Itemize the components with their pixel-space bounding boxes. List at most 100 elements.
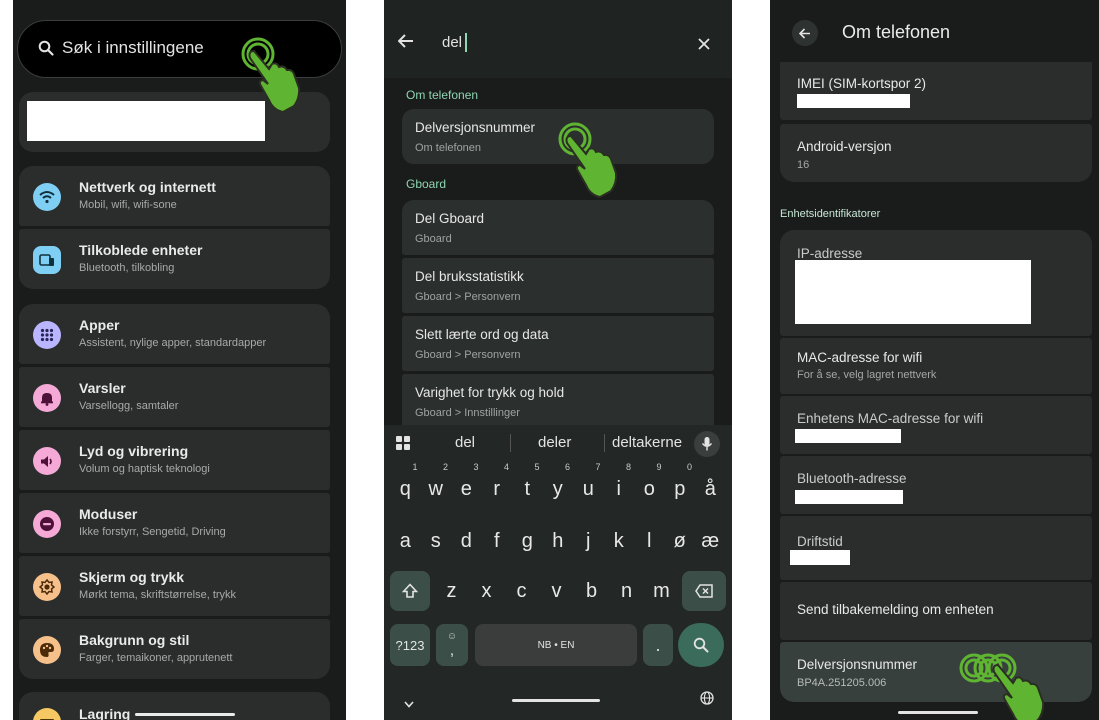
settings-item-storage[interactable]: Lagring bbox=[19, 692, 330, 720]
search-result[interactable]: Del bruksstatistikk Gboard > Personvern bbox=[402, 258, 714, 313]
key-h[interactable]: h bbox=[543, 521, 574, 561]
keyboard-menu-icon[interactable] bbox=[396, 436, 410, 455]
key-f[interactable]: f bbox=[482, 521, 513, 561]
key-label: m bbox=[653, 580, 670, 602]
search-query-input[interactable]: del bbox=[442, 34, 462, 51]
period-key[interactable]: . bbox=[643, 624, 673, 666]
key-w[interactable]: w2 bbox=[421, 462, 452, 509]
key-label: g bbox=[521, 530, 533, 552]
item-value: BP4A.251205.006 bbox=[797, 677, 887, 689]
suggestion-divider bbox=[604, 434, 605, 452]
storage-usage-bar bbox=[135, 713, 235, 716]
key-c[interactable]: c bbox=[504, 571, 539, 611]
settings-item-wallpaper[interactable]: Bakgrunn og stil Farger, temaikoner, app… bbox=[19, 619, 330, 679]
item-title: Enhetens MAC-adresse for wifi bbox=[797, 411, 984, 426]
settings-item-display[interactable]: Skjerm og trykk Mørkt tema, skriftstørre… bbox=[19, 556, 330, 616]
search-result[interactable]: Del Gboard Gboard bbox=[402, 200, 714, 255]
key-y[interactable]: y6 bbox=[543, 462, 574, 509]
shift-key[interactable] bbox=[390, 571, 430, 611]
key-e[interactable]: e3 bbox=[451, 462, 482, 509]
item-title: Send tilbakemelding om enheten bbox=[797, 602, 994, 617]
key-g[interactable]: g bbox=[512, 521, 543, 561]
key-label: t bbox=[524, 478, 531, 500]
devices-icon bbox=[33, 246, 61, 274]
key-x[interactable]: x bbox=[469, 571, 504, 611]
uptime-item[interactable]: Driftstid bbox=[780, 516, 1092, 580]
item-value: 16 bbox=[797, 159, 810, 171]
result-title: Del Gboard bbox=[415, 211, 485, 226]
ip-address-item[interactable]: IP-adresse bbox=[780, 230, 1092, 336]
key-b[interactable]: b bbox=[574, 571, 609, 611]
settings-item-apps[interactable]: Apper Assistent, nylige apper, standarda… bbox=[19, 304, 330, 364]
about-top-bar: Om telefonen bbox=[770, 0, 1099, 62]
bluetooth-address-item[interactable]: Bluetooth-adresse bbox=[780, 456, 1092, 514]
space-key[interactable]: NB • EN bbox=[475, 624, 637, 666]
key-z[interactable]: z bbox=[434, 571, 469, 611]
send-feedback-item[interactable]: Send tilbakemelding om enheten bbox=[780, 582, 1092, 640]
settings-home-screen: Søk i innstillingene Nettverk og interne… bbox=[13, 0, 346, 720]
key-l[interactable]: l bbox=[634, 521, 665, 561]
key-label: v bbox=[551, 580, 562, 602]
page-title: Om telefonen bbox=[842, 22, 951, 42]
key-label: a bbox=[399, 530, 411, 552]
wifi-mac-item[interactable]: MAC-adresse for wifi For å se, velg lagr… bbox=[780, 338, 1092, 394]
palette-icon bbox=[33, 636, 61, 664]
suggestion[interactable]: del bbox=[455, 425, 475, 461]
key-label: j bbox=[586, 530, 591, 552]
clear-icon[interactable] bbox=[698, 37, 710, 55]
key-ø[interactable]: ø bbox=[665, 521, 696, 561]
key-æ[interactable]: æ bbox=[695, 521, 726, 561]
search-enter-key[interactable] bbox=[678, 623, 724, 667]
key-number-hint: 1 bbox=[412, 462, 418, 472]
language-globe-icon[interactable] bbox=[700, 691, 714, 710]
key-k[interactable]: k bbox=[604, 521, 635, 561]
item-subtitle: Mørkt tema, skriftstørrelse, trykk bbox=[79, 589, 237, 601]
key-d[interactable]: d bbox=[451, 521, 482, 561]
wifi-icon bbox=[33, 183, 61, 211]
settings-item-sound[interactable]: Lyd og vibrering Volum og haptisk teknol… bbox=[19, 430, 330, 490]
key-t[interactable]: t5 bbox=[512, 462, 543, 509]
microphone-icon[interactable] bbox=[694, 431, 720, 457]
settings-item-devices[interactable]: Tilkoblede enheter Bluetooth, tilkobling bbox=[19, 229, 330, 289]
key-s[interactable]: s bbox=[421, 521, 452, 561]
symbols-key[interactable]: ?123 bbox=[390, 624, 430, 666]
backspace-key[interactable] bbox=[682, 571, 726, 611]
settings-item-network[interactable]: Nettverk og internett Mobil, wifi, wifi-… bbox=[19, 166, 330, 226]
back-arrow-icon[interactable] bbox=[397, 34, 414, 53]
back-button[interactable] bbox=[792, 20, 818, 46]
suggestion[interactable]: deler bbox=[538, 425, 571, 461]
key-number-hint: 0 bbox=[686, 462, 692, 472]
key-r[interactable]: r4 bbox=[482, 462, 513, 509]
android-version-item[interactable]: Android-versjon 16 bbox=[780, 124, 1092, 182]
key-number-hint: 7 bbox=[595, 462, 601, 472]
key-a[interactable]: a bbox=[390, 521, 421, 561]
item-subtitle: Farger, temaikoner, apprutenett bbox=[79, 652, 233, 664]
key-q[interactable]: q1 bbox=[390, 462, 421, 509]
key-n[interactable]: n bbox=[609, 571, 644, 611]
settings-item-modes[interactable]: Moduser Ikke forstyrr, Sengetid, Driving bbox=[19, 493, 330, 553]
key-m[interactable]: m bbox=[644, 571, 679, 611]
settings-item-notifications[interactable]: Varsler Varsellogg, samtaler bbox=[19, 367, 330, 427]
search-result[interactable]: Varighet for trykk og hold Gboard > Inns… bbox=[402, 374, 714, 429]
key-å[interactable]: å bbox=[695, 469, 726, 509]
search-top-bar: del bbox=[384, 0, 732, 78]
key-label: k bbox=[613, 530, 624, 552]
key-v[interactable]: v bbox=[539, 571, 574, 611]
emoji-comma-key[interactable]: ☺ , bbox=[436, 624, 468, 666]
key-o[interactable]: o9 bbox=[634, 462, 665, 509]
key-i[interactable]: i8 bbox=[604, 462, 635, 509]
key-label: ø bbox=[673, 530, 686, 552]
item-title: Skjerm og trykk bbox=[79, 569, 185, 585]
key-u[interactable]: u7 bbox=[573, 462, 604, 509]
key-p[interactable]: p0 bbox=[665, 462, 696, 509]
key-number-hint: 6 bbox=[564, 462, 570, 472]
suggestion[interactable]: deltakerne bbox=[612, 425, 682, 461]
item-title: IMEI (SIM-kortspor 2) bbox=[797, 76, 927, 91]
key-label: n bbox=[620, 580, 633, 602]
hide-keyboard-icon[interactable] bbox=[404, 695, 414, 713]
device-wifi-mac-item[interactable]: Enhetens MAC-adresse for wifi bbox=[780, 396, 1092, 454]
key-j[interactable]: j bbox=[573, 521, 604, 561]
search-result[interactable]: Slett lærte ord og data Gboard > Personv… bbox=[402, 316, 714, 371]
settings-search-screen: del Om telefonen Delversjonsnummer Om te… bbox=[384, 0, 732, 720]
imei-sim2-item[interactable]: IMEI (SIM-kortspor 2) bbox=[780, 62, 1092, 120]
